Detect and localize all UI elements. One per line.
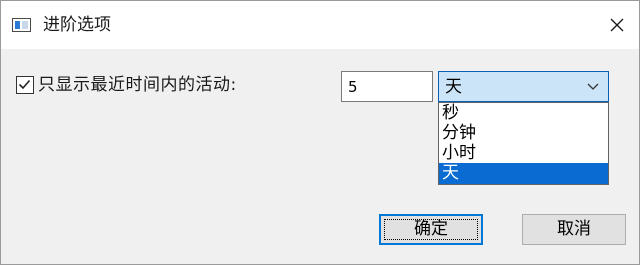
chevron-down-icon bbox=[587, 83, 599, 90]
focus-rectangle bbox=[384, 219, 478, 240]
dropdown-option-seconds[interactable]: 秒 bbox=[439, 103, 608, 124]
checkmark-icon bbox=[18, 79, 31, 90]
time-amount-input[interactable] bbox=[341, 71, 433, 102]
recent-activity-checkbox[interactable] bbox=[16, 76, 34, 94]
time-unit-select[interactable]: 天 bbox=[438, 71, 609, 102]
window-title: 进阶选项 bbox=[43, 15, 111, 35]
time-unit-dropdown-list: 秒 分钟 小时 天 bbox=[438, 102, 609, 185]
time-unit-selected-value: 天 bbox=[445, 77, 462, 97]
dropdown-option-minutes[interactable]: 分钟 bbox=[439, 123, 608, 144]
dropdown-option-hours[interactable]: 小时 bbox=[439, 143, 608, 164]
close-icon bbox=[610, 18, 624, 32]
title-bar: 进阶选项 bbox=[1, 1, 639, 49]
close-button[interactable] bbox=[599, 7, 635, 43]
advanced-options-dialog: 进阶选项 只显示最近时间内的活动: 天 秒 分钟 小时 天 确定 取消 bbox=[0, 0, 640, 265]
window-icon bbox=[12, 18, 31, 32]
ok-button[interactable]: 确定 bbox=[379, 214, 483, 245]
cancel-button[interactable]: 取消 bbox=[522, 214, 626, 245]
dropdown-option-days[interactable]: 天 bbox=[439, 163, 608, 184]
recent-activity-label: 只显示最近时间内的活动: bbox=[38, 75, 237, 95]
cancel-button-label: 取消 bbox=[557, 219, 591, 239]
